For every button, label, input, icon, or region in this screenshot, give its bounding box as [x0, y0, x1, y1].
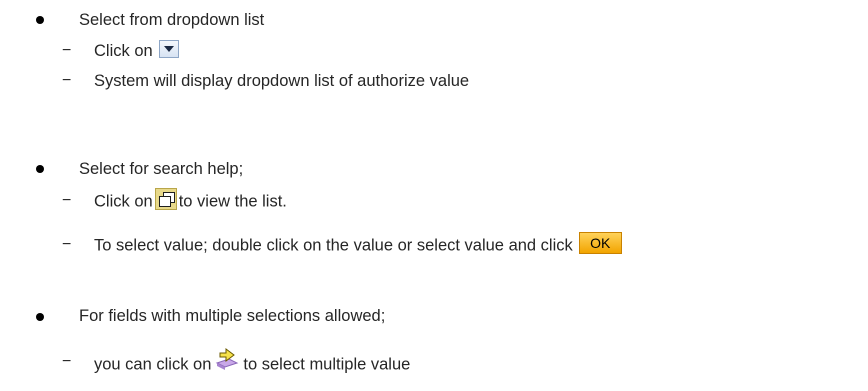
- bullet-1-dot: [36, 16, 44, 24]
- step-1-1: Click on: [94, 39, 180, 61]
- step-3-1-text: you can click on: [94, 355, 212, 374]
- step-2-1-text: Click on: [94, 192, 153, 211]
- dash-2-2: −: [62, 236, 72, 253]
- dash-1-2: −: [62, 72, 72, 89]
- dropdown-arrow-icon[interactable]: [159, 39, 180, 58]
- dash-2-1: −: [62, 192, 72, 209]
- bullet-2-dot: [36, 165, 44, 173]
- dash-1-1: −: [62, 42, 72, 59]
- ok-button[interactable]: OK: [578, 232, 622, 254]
- search-help-icon[interactable]: [154, 188, 177, 210]
- bullet-3-title: For fields with multiple selections allo…: [79, 307, 386, 325]
- step-1-2: System will display dropdown list of aut…: [94, 72, 470, 90]
- step-3-1: you can click on to select multiple valu…: [94, 348, 411, 378]
- step-3-1-suffix: to select multiple value: [243, 355, 411, 374]
- multiple-selection-arrow-icon[interactable]: [215, 348, 239, 374]
- step-2-1-suffix: to view the list.: [178, 192, 287, 211]
- step-2-2: To select value; double click on the val…: [94, 232, 622, 257]
- step-2-2-text: To select value; double click on the val…: [94, 236, 573, 255]
- bullet-2-title: Select for search help;: [79, 160, 244, 178]
- bullet-1-title: Select from dropdown list: [79, 11, 265, 29]
- step-1-1-text: Click on: [94, 42, 153, 60]
- step-2-1: Click on to view the list.: [94, 188, 287, 213]
- dash-3-1: −: [62, 353, 72, 370]
- bullet-3-dot: [36, 313, 44, 321]
